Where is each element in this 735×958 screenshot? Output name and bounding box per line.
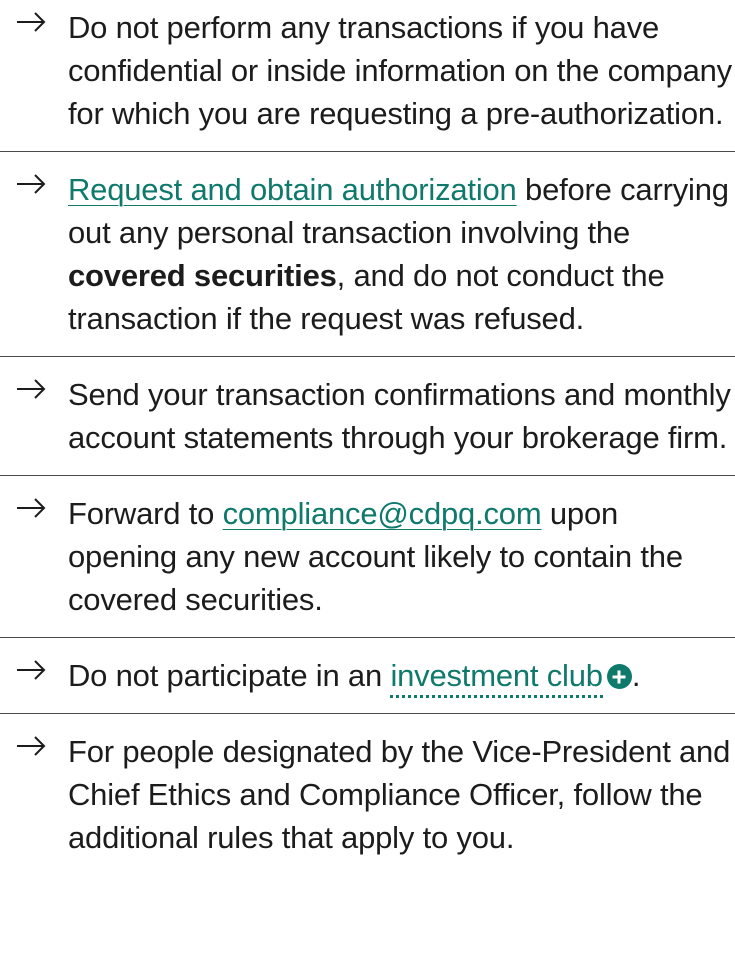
item-text-content: For people designated by the Vice-Presid… bbox=[68, 734, 731, 855]
arrow-right-icon bbox=[17, 736, 46, 756]
investment-club-definition-link[interactable]: investment club bbox=[390, 658, 603, 698]
item-text: Do not participate in an investment club… bbox=[68, 654, 735, 698]
list-item: Request and obtain authorization before … bbox=[0, 152, 735, 357]
request-authorization-link[interactable]: Request and obtain authorization bbox=[68, 172, 517, 207]
item-text: Forward to compliance@cdpq.com upon open… bbox=[68, 492, 735, 621]
list-item: Send your transaction confirmations and … bbox=[0, 357, 735, 476]
item-text-content: Do not perform any transactions if you h… bbox=[68, 10, 732, 131]
item-text-part: Forward to bbox=[68, 496, 223, 531]
item-text-part: . bbox=[631, 658, 641, 693]
arrow-right-icon bbox=[17, 174, 46, 194]
arrow-right-icon bbox=[17, 660, 46, 680]
covered-securities-term: covered securities bbox=[68, 258, 337, 293]
rules-list: Do not perform any transactions if you h… bbox=[0, 0, 735, 875]
list-item: Forward to compliance@cdpq.com upon open… bbox=[0, 476, 735, 638]
list-item: Do not perform any transactions if you h… bbox=[0, 0, 735, 152]
item-text-part: Do not participate in an bbox=[68, 658, 391, 693]
arrow-right-icon bbox=[17, 379, 46, 399]
list-item: For people designated by the Vice-Presid… bbox=[0, 714, 735, 875]
arrow-right-icon bbox=[17, 12, 46, 32]
item-text: Request and obtain authorization before … bbox=[68, 168, 735, 340]
item-text-content: Send your transaction confirmations and … bbox=[68, 377, 731, 455]
item-text: Do not perform any transactions if you h… bbox=[68, 6, 735, 135]
list-item: Do not participate in an investment club… bbox=[0, 638, 735, 714]
arrow-right-icon bbox=[17, 498, 46, 518]
item-text: Send your transaction confirmations and … bbox=[68, 373, 735, 459]
item-text: For people designated by the Vice-Presid… bbox=[68, 730, 735, 859]
compliance-email-link[interactable]: compliance@cdpq.com bbox=[223, 496, 542, 531]
plus-circle-icon[interactable] bbox=[606, 664, 632, 689]
